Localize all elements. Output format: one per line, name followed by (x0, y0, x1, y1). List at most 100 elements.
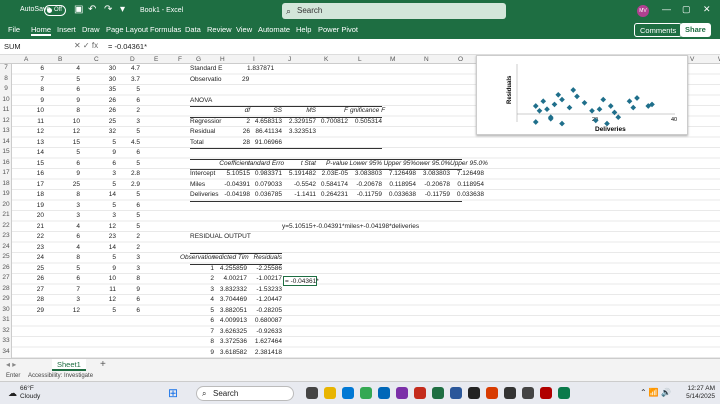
coef-value[interactable]: 0.983371 (248, 169, 282, 178)
row-header[interactable]: 27 (0, 274, 12, 281)
anova-label[interactable]: Total (190, 138, 204, 147)
data-cell[interactable]: 27 (14, 285, 44, 294)
data-cell[interactable]: 12 (50, 127, 80, 136)
data-cell[interactable]: 5 (110, 211, 140, 220)
data-cell[interactable]: 6 (110, 148, 140, 157)
maximize-icon[interactable]: ▢ (682, 4, 691, 15)
tab-help[interactable]: Help (296, 25, 311, 34)
coef-value[interactable]: 2.03E-05 (314, 169, 348, 178)
residual-value[interactable]: 3.704469 (213, 295, 247, 304)
column-header[interactable]: M (390, 55, 395, 64)
anova-label[interactable]: Residual (190, 127, 215, 136)
coef-value[interactable]: 0.118954 (450, 180, 484, 189)
app-icon[interactable] (558, 387, 570, 399)
coef-value[interactable]: 5.10515 (216, 169, 251, 178)
column-header[interactable]: V (690, 55, 694, 64)
data-cell[interactable]: 4 (50, 64, 80, 73)
residual-value[interactable]: -0.92633 (248, 327, 282, 336)
data-cell[interactable]: 26 (14, 274, 44, 283)
coef-value[interactable]: -1.1411 (282, 190, 316, 199)
anova-header[interactable]: df (218, 106, 250, 115)
coef-header[interactable]: Upper 95.0% (450, 159, 488, 168)
data-cell[interactable]: 14 (14, 148, 44, 157)
data-cell[interactable]: 19 (14, 201, 44, 210)
data-cell[interactable]: 5 (50, 264, 80, 273)
data-cell[interactable]: 5 (110, 85, 140, 94)
residual-value[interactable]: 2.381418 (248, 348, 282, 357)
residual-value[interactable]: -1.00217 (248, 274, 282, 283)
data-cell[interactable]: 5 (110, 159, 140, 168)
data-cell[interactable]: 9 (14, 96, 44, 105)
row-header[interactable]: 8 (0, 75, 12, 82)
row-header[interactable]: 15 (0, 148, 12, 155)
row-header[interactable]: 13 (0, 127, 12, 134)
worksheet[interactable]: ABCDEFGHIJKLMNOPQRSTUVW 7891011121314151… (0, 55, 720, 358)
tab-automate[interactable]: Automate (258, 25, 290, 34)
sheet-nav-icon[interactable]: ◂ ▸ (6, 360, 16, 369)
residual-value[interactable]: -0.28205 (248, 306, 282, 315)
residual-plot[interactable]: Residuals Deliveries 20 40 (476, 55, 688, 135)
data-cell[interactable]: 16 (14, 169, 44, 178)
data-cell[interactable]: 6 (50, 159, 80, 168)
data-cell[interactable]: 5 (110, 127, 140, 136)
column-header[interactable]: N (424, 55, 429, 64)
stat-value[interactable]: 29 (242, 75, 249, 84)
coef-header[interactable]: t Stat (282, 159, 316, 168)
data-cell[interactable]: 6 (14, 64, 44, 73)
data-cell[interactable]: 2 (110, 243, 140, 252)
column-header[interactable]: B (58, 55, 62, 64)
coef-value[interactable]: 0.033638 (382, 190, 416, 199)
data-cell[interactable]: 22 (14, 232, 44, 241)
residual-value[interactable]: 4.00217 (213, 274, 248, 283)
coef-value[interactable]: 3.083803 (416, 169, 450, 178)
residual-value[interactable]: 6 (180, 316, 214, 325)
app-icon[interactable] (414, 387, 426, 399)
data-cell[interactable]: 3 (110, 264, 140, 273)
row-header[interactable]: 23 (0, 232, 12, 239)
data-cell[interactable]: 2.8 (110, 169, 140, 178)
row-header[interactable]: 28 (0, 285, 12, 292)
row-header[interactable]: 32 (0, 327, 12, 334)
coef-value[interactable]: -0.11759 (348, 190, 382, 199)
data-cell[interactable]: 4.5 (110, 138, 140, 147)
stat-value[interactable]: 1.837871 (247, 64, 274, 73)
store-icon[interactable] (378, 387, 390, 399)
data-cell[interactable]: 6 (50, 232, 80, 241)
residual-value[interactable]: 4 (180, 295, 214, 304)
data-cell[interactable]: 8 (50, 253, 80, 262)
anova-title[interactable]: ANOVA (190, 96, 212, 105)
residual-value[interactable]: -1.20447 (248, 295, 282, 304)
tab-power-pivot[interactable]: Power Pivot (318, 25, 358, 34)
data-cell[interactable]: 21 (14, 222, 44, 231)
close-icon[interactable]: ✕ (703, 4, 711, 15)
coef-header[interactable]: Lower 95% (348, 159, 382, 168)
avatar[interactable]: MV (637, 5, 649, 17)
data-cell[interactable]: 6 (110, 201, 140, 210)
app-icon[interactable] (468, 387, 480, 399)
data-cell[interactable]: 15 (50, 138, 80, 147)
edge-icon[interactable] (342, 387, 354, 399)
anova-header[interactable]: gnificance F (350, 106, 385, 115)
residual-value[interactable]: -1.53233 (248, 285, 282, 294)
row-header[interactable]: 11 (0, 106, 12, 113)
coef-header[interactable]: tandard Erro (248, 159, 284, 168)
tab-draw[interactable]: Draw (82, 25, 100, 34)
data-cell[interactable]: 10 (14, 106, 44, 115)
data-cell[interactable]: 29 (14, 306, 44, 315)
row-header[interactable]: 22 (0, 222, 12, 229)
data-cell[interactable]: 13 (14, 138, 44, 147)
anova-value[interactable]: 86.41134 (248, 127, 282, 136)
row-header[interactable]: 18 (0, 180, 12, 187)
data-cell[interactable]: 4.7 (110, 64, 140, 73)
anova-value[interactable]: 2.329157 (282, 117, 316, 126)
anova-value[interactable]: 26 (216, 127, 250, 136)
quick-access-icon[interactable]: ▾ (120, 4, 125, 15)
residual-value[interactable]: 3.832332 (213, 285, 247, 294)
coef-value[interactable]: 0.036785 (248, 190, 282, 199)
column-header[interactable]: D (130, 55, 135, 64)
data-cell[interactable]: 6 (110, 306, 140, 315)
file-explorer-icon[interactable] (324, 387, 336, 399)
residual-value[interactable]: 4.255859 (213, 264, 247, 273)
coef-label[interactable]: Miles (190, 180, 205, 189)
data-cell[interactable]: 12 (50, 306, 80, 315)
